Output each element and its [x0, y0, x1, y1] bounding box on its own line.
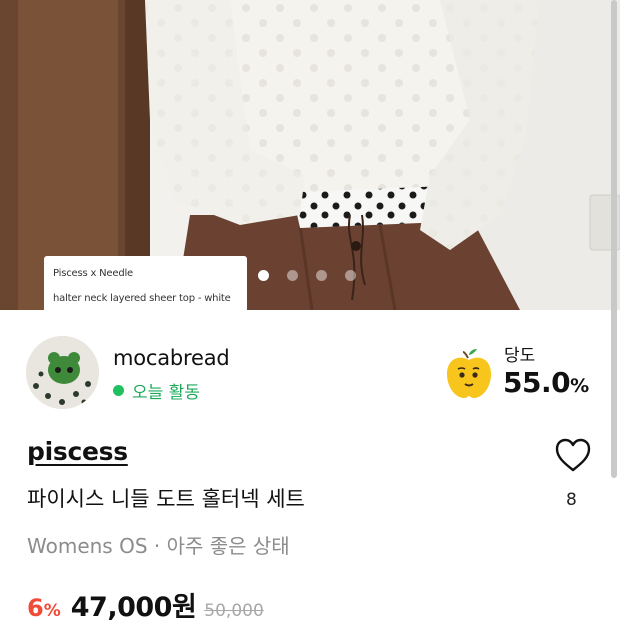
- discount-unit: %: [43, 601, 61, 620]
- sweetness-value: 55.0: [503, 366, 571, 399]
- discount-rate: 6: [27, 594, 44, 620]
- product-photo-carousel[interactable]: Piscess x Needle halter neck layered she…: [0, 0, 620, 310]
- carousel-indicator: [258, 270, 356, 281]
- seller-avatar[interactable]: [26, 336, 99, 409]
- product-meta: Womens OS · 아주 좋은 상태: [27, 534, 290, 558]
- price-row: 6 % 47,000원 50,000: [27, 585, 264, 620]
- apple-icon: [447, 349, 491, 398]
- carousel-dot-4[interactable]: [345, 270, 356, 281]
- seller-name[interactable]: mocabread: [113, 346, 230, 370]
- sweetness-score: 55.0%: [503, 366, 589, 399]
- online-status-icon: [113, 385, 124, 396]
- scrollbar[interactable]: [611, 0, 617, 478]
- brand-link[interactable]: piscess: [27, 437, 128, 466]
- carousel-dot-2[interactable]: [287, 270, 298, 281]
- carousel-dot-3[interactable]: [316, 270, 327, 281]
- product-title: 파이시스 니들 도트 홀터넥 세트: [27, 487, 305, 511]
- carousel-dot-1[interactable]: [258, 270, 269, 281]
- sale-price: 47,000원: [70, 592, 197, 620]
- original-price: 50,000: [204, 601, 264, 620]
- heart-icon[interactable]: [554, 437, 592, 473]
- sweetness-label: 당도: [504, 346, 536, 366]
- caption-product-line: halter neck layered sheer top - white: [53, 293, 231, 304]
- photo-caption-card: Piscess x Needle halter neck layered she…: [44, 256, 247, 310]
- activity-status-text: 오늘 활동: [132, 383, 200, 403]
- like-count: 8: [566, 490, 577, 510]
- sweetness-unit: %: [570, 375, 589, 397]
- caption-brand-line: Piscess x Needle: [53, 268, 134, 279]
- seller-activity: 오늘 활동: [113, 378, 200, 403]
